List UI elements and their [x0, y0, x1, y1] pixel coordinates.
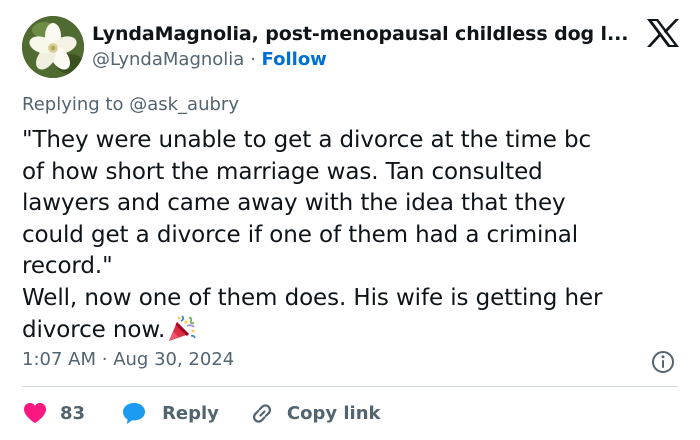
author-block: LyndaMagnolia, post-menopausal childless…	[92, 21, 637, 73]
reply-label: Reply	[162, 402, 219, 424]
action-bar: 83 Reply Copy link	[22, 399, 381, 427]
timestamp-separator: ·	[101, 349, 108, 370]
like-count: 83	[60, 402, 86, 424]
avatar[interactable]	[22, 16, 84, 78]
tweet-timestamp[interactable]: 1:07 AM · Aug 30, 2024	[22, 347, 234, 373]
speech-bubble-icon	[123, 403, 146, 424]
handle-separator: ·	[250, 49, 256, 70]
info-icon[interactable]	[651, 350, 675, 374]
party-popper-icon	[169, 315, 196, 341]
reply-context-mention[interactable]: @ask_aubry	[129, 94, 239, 115]
divider	[22, 386, 678, 387]
tweet-card: LyndaMagnolia, post-menopausal childless…	[0, 0, 700, 440]
tweet-text: "They were unable to get a divorce at th…	[22, 125, 682, 347]
reply-context: Replying to @ask_aubry	[22, 92, 239, 118]
tweet-body: "They were unable to get a divorce at th…	[22, 127, 603, 343]
heart-icon	[24, 403, 46, 423]
author-display-name[interactable]: LyndaMagnolia, post-menopausal childless…	[92, 21, 634, 47]
reply-button[interactable]: Reply	[121, 401, 219, 425]
author-handle-row: @LyndaMagnolia · Follow	[92, 47, 637, 73]
reply-context-prefix: Replying to	[22, 94, 124, 115]
copy-link-button[interactable]: Copy link	[249, 401, 381, 425]
author-handle[interactable]: @LyndaMagnolia	[92, 49, 244, 70]
tweet-time: 1:07 AM	[22, 349, 96, 370]
magnolia-flower-icon	[22, 16, 84, 78]
tweet-date: Aug 30, 2024	[113, 349, 235, 370]
link-icon	[252, 404, 271, 423]
follow-button[interactable]: Follow	[262, 49, 327, 70]
like-button[interactable]: 83	[22, 401, 85, 425]
x-logo-icon[interactable]	[646, 18, 680, 48]
copy-link-label: Copy link	[286, 402, 381, 424]
